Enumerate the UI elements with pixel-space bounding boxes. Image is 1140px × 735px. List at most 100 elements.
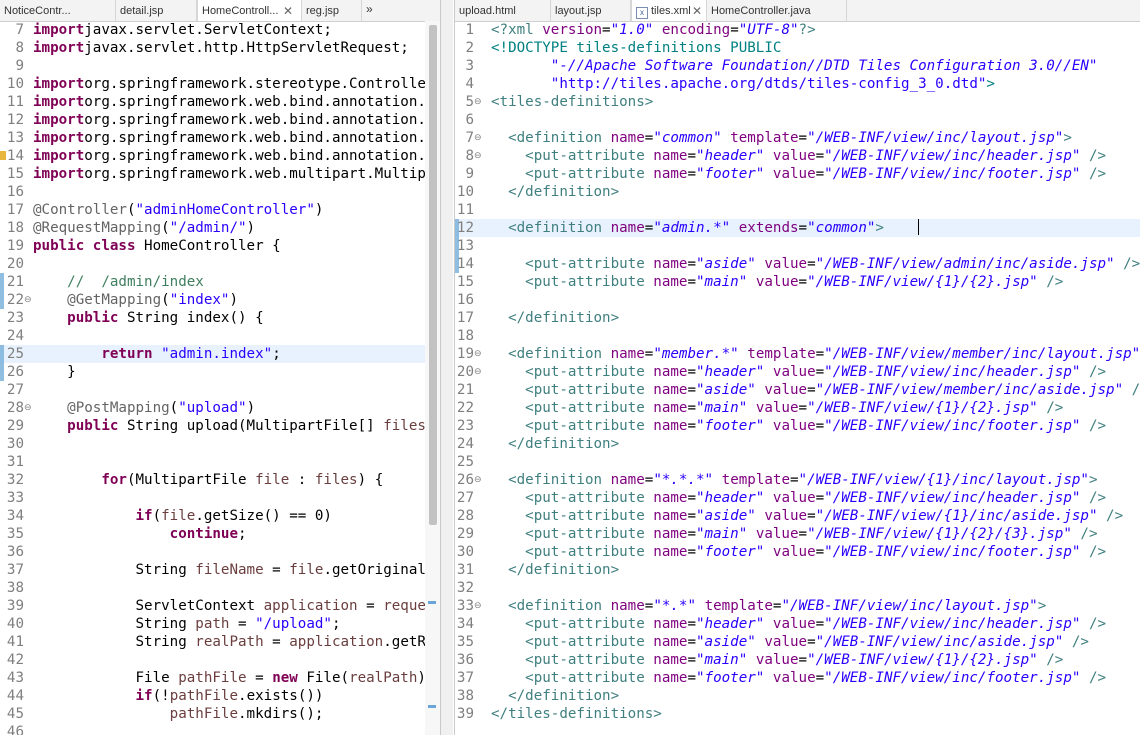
code-line[interactable]: 22 ⊖ @GetMapping("index") bbox=[0, 291, 440, 309]
code-line[interactable]: 40 String path = "/upload"; bbox=[0, 615, 440, 633]
code-line[interactable]: 38 bbox=[0, 579, 440, 597]
tab-layout-jsp[interactable]: layout.jsp bbox=[551, 0, 631, 21]
code-line[interactable]: 8 importjavax.servlet.http.HttpServletReq… bbox=[0, 39, 440, 57]
code-line[interactable]: 18 @RequestMapping("/admin/") bbox=[0, 219, 440, 237]
code-line[interactable]: 42 bbox=[0, 651, 440, 669]
tab-overflow-chevron-icon[interactable]: » bbox=[366, 0, 373, 21]
code-line[interactable]: 24 </definition> bbox=[455, 435, 1140, 453]
code-line[interactable]: 7 importjavax.servlet.ServletContext; bbox=[0, 21, 440, 39]
code-line[interactable]: 10 </definition> bbox=[455, 183, 1140, 201]
code-line[interactable]: 33 ⊖ <definition name="*.*" template="/WE… bbox=[455, 597, 1140, 615]
code-line[interactable]: 16 bbox=[0, 183, 440, 201]
code-line[interactable]: 36 <put-attribute name="main" value="/WE… bbox=[455, 651, 1140, 669]
code-line[interactable]: 34 <put-attribute name="header" value="/… bbox=[455, 615, 1140, 633]
code-line[interactable]: 30 bbox=[0, 435, 440, 453]
fold-toggle-icon[interactable]: ⊖ bbox=[474, 147, 482, 165]
code-line[interactable]: 32 for(MultipartFile file : files) { bbox=[0, 471, 440, 489]
code-line[interactable]: 23 <put-attribute name="footer" value="/… bbox=[455, 417, 1140, 435]
code-line[interactable]: 27 bbox=[0, 381, 440, 399]
code-line[interactable]: 16 bbox=[455, 291, 1140, 309]
code-line[interactable]: 22 <put-attribute name="main" value="/WE… bbox=[455, 399, 1140, 417]
code-line[interactable]: 17 </definition> bbox=[455, 309, 1140, 327]
tab-reg-jsp[interactable]: reg.jsp bbox=[302, 0, 362, 21]
fold-toggle-icon[interactable]: ⊖ bbox=[474, 129, 482, 147]
code-line[interactable]: 11 importorg.springframework.web.bind.ann… bbox=[0, 93, 440, 111]
code-line[interactable]: 15 importorg.springframework.web.multipar… bbox=[0, 165, 440, 183]
code-line[interactable]: 43 File pathFile = new File(realPath); bbox=[0, 669, 440, 687]
code-line[interactable]: 19 ⊖ <definition name="member.*" template… bbox=[455, 345, 1140, 363]
tab-homecontroller[interactable]: HomeControll... ✕ bbox=[197, 0, 302, 21]
code-line[interactable]: 44 if(!pathFile.exists()) bbox=[0, 687, 440, 705]
code-line[interactable]: 13 bbox=[455, 237, 1140, 255]
code-line[interactable]: 1 <?xml version="1.0" encoding="UTF-8"?> bbox=[455, 21, 1140, 39]
code-line[interactable]: 37 String fileName = file.getOriginalFi bbox=[0, 561, 440, 579]
code-line[interactable]: 15 <put-attribute name="main" value="/WE… bbox=[455, 273, 1140, 291]
code-line[interactable]: 33 bbox=[0, 489, 440, 507]
code-line[interactable]: 17 @Controller("adminHomeController") bbox=[0, 201, 440, 219]
tab-homecontroller-java[interactable]: HomeController.java bbox=[707, 0, 847, 21]
tab-tiles-xml[interactable]: x tiles.xml ✕ bbox=[631, 0, 707, 21]
code-line[interactable]: 19 public class HomeController { bbox=[0, 237, 440, 255]
code-line[interactable]: 35 <put-attribute name="aside" value="/W… bbox=[455, 633, 1140, 651]
code-line[interactable]: 21 <put-attribute name="aside" value="/W… bbox=[455, 381, 1140, 399]
fold-toggle-icon[interactable]: ⊖ bbox=[474, 363, 482, 381]
code-line[interactable]: 9 bbox=[0, 57, 440, 75]
xml-code-editor[interactable]: 1 <?xml version="1.0" encoding="UTF-8"?> 2… bbox=[455, 21, 1140, 735]
code-line[interactable]: 37 <put-attribute name="footer" value="/… bbox=[455, 669, 1140, 687]
code-line[interactable]: 10 importorg.springframework.stereotype.C… bbox=[0, 75, 440, 93]
code-line[interactable]: 35 continue; bbox=[0, 525, 440, 543]
code-line[interactable]: 23 public String index() { bbox=[0, 309, 440, 327]
tab-upload-html[interactable]: upload.html bbox=[455, 0, 551, 21]
fold-toggle-icon[interactable]: ⊖ bbox=[474, 345, 482, 363]
code-line[interactable]: 31 </definition> bbox=[455, 561, 1140, 579]
code-line[interactable]: 20 ⊖ <put-attribute name="header" value="… bbox=[455, 363, 1140, 381]
fold-toggle-icon[interactable]: ⊖ bbox=[24, 399, 32, 417]
code-line[interactable]: 14 importorg.springframework.web.bind.ann… bbox=[0, 147, 440, 165]
code-line[interactable]: 28 ⊖ @PostMapping("upload") bbox=[0, 399, 440, 417]
left-vertical-scrollbar[interactable] bbox=[425, 21, 440, 735]
code-line[interactable]: 46 bbox=[0, 723, 440, 735]
code-line[interactable]: 24 bbox=[0, 327, 440, 345]
fold-toggle-icon[interactable]: ⊖ bbox=[474, 597, 482, 615]
code-line[interactable]: 21 // /admin/index bbox=[0, 273, 440, 291]
code-line[interactable]: 2 <!DOCTYPE tiles-definitions PUBLIC bbox=[455, 39, 1140, 57]
fold-toggle-icon[interactable]: ⊖ bbox=[24, 291, 32, 309]
code-line[interactable]: 39 </tiles-definitions> bbox=[455, 705, 1140, 723]
overview-marker[interactable] bbox=[428, 705, 436, 708]
editor-split-divider[interactable] bbox=[441, 0, 453, 735]
code-line[interactable]: 3 "-//Apache Software Foundation//DTD Ti… bbox=[455, 57, 1140, 75]
code-line[interactable]: 30 <put-attribute name="footer" value="/… bbox=[455, 543, 1140, 561]
overview-marker[interactable] bbox=[428, 601, 436, 604]
code-line[interactable]: 13 importorg.springframework.web.bind.ann… bbox=[0, 129, 440, 147]
code-line[interactable]: 45 pathFile.mkdirs(); bbox=[0, 705, 440, 723]
code-line[interactable]: 34 if(file.getSize() == 0) bbox=[0, 507, 440, 525]
close-icon[interactable]: ✕ bbox=[283, 0, 293, 21]
code-line[interactable]: 39 ServletContext application = request bbox=[0, 597, 440, 615]
close-icon[interactable]: ✕ bbox=[692, 0, 702, 21]
code-line[interactable]: 5 ⊖ <tiles-definitions> bbox=[455, 93, 1140, 111]
code-line[interactable]: 25 bbox=[455, 453, 1140, 471]
code-line[interactable]: 12 <definition name="admin.*" extends="c… bbox=[455, 219, 1140, 237]
code-line[interactable]: 4 "http://tiles.apache.org/dtds/tiles-co… bbox=[455, 75, 1140, 93]
code-line[interactable]: 14 <put-attribute name="aside" value="/W… bbox=[455, 255, 1140, 273]
code-line[interactable]: 11 bbox=[455, 201, 1140, 219]
code-line[interactable]: 9 <put-attribute name="footer" value="/W… bbox=[455, 165, 1140, 183]
scrollbar-thumb[interactable] bbox=[429, 25, 437, 525]
code-line[interactable]: 20 bbox=[0, 255, 440, 273]
code-line[interactable]: 27 <put-attribute name="header" value="/… bbox=[455, 489, 1140, 507]
code-line[interactable]: 29 public String upload(MultipartFile[] … bbox=[0, 417, 440, 435]
code-line[interactable]: 26 } bbox=[0, 363, 440, 381]
tab-noticecontroller[interactable]: NoticeContr... bbox=[0, 0, 116, 21]
code-line[interactable]: 12 importorg.springframework.web.bind.ann… bbox=[0, 111, 440, 129]
code-line[interactable]: 8 ⊖ <put-attribute name="header" value="/… bbox=[455, 147, 1140, 165]
code-line[interactable]: 25 return "admin.index"; bbox=[0, 345, 440, 363]
code-line[interactable]: 31 bbox=[0, 453, 440, 471]
java-code-editor[interactable]: 7 importjavax.servlet.ServletContext; 8 imp… bbox=[0, 21, 440, 735]
code-line[interactable]: 28 <put-attribute name="aside" value="/W… bbox=[455, 507, 1140, 525]
code-line[interactable]: 6 bbox=[455, 111, 1140, 129]
code-line[interactable]: 41 String realPath = application.getRea bbox=[0, 633, 440, 651]
code-line[interactable]: 29 <put-attribute name="main" value="/WE… bbox=[455, 525, 1140, 543]
code-line[interactable]: 38 </definition> bbox=[455, 687, 1140, 705]
fold-toggle-icon[interactable]: ⊖ bbox=[474, 471, 482, 489]
code-line[interactable]: 18 bbox=[455, 327, 1140, 345]
